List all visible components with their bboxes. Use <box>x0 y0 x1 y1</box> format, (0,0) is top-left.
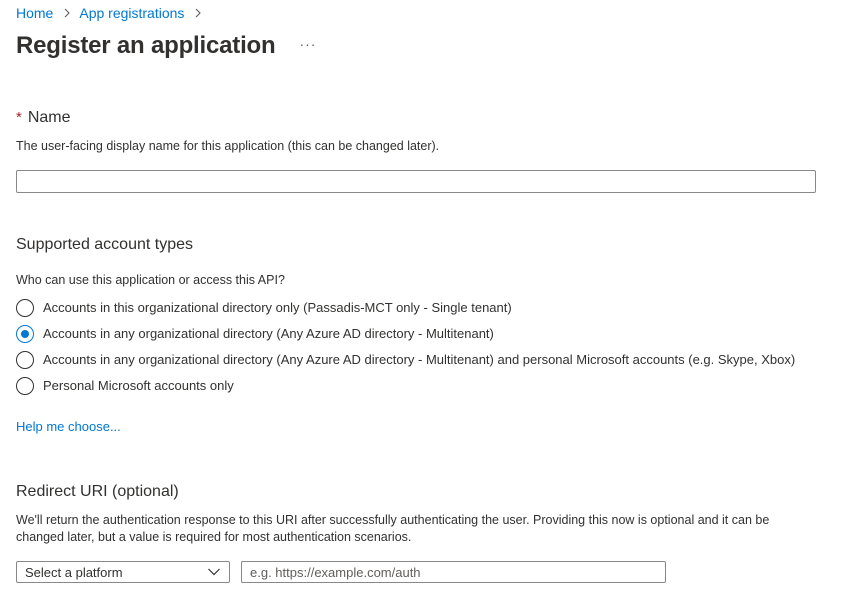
name-input[interactable] <box>16 170 816 193</box>
breadcrumb-home-link[interactable]: Home <box>16 4 53 22</box>
required-marker: * <box>16 109 22 126</box>
account-types-question: Who can use this application or access t… <box>16 273 285 287</box>
radio-button[interactable] <box>16 377 34 395</box>
breadcrumb-app-registrations-link[interactable]: App registrations <box>79 4 184 22</box>
radio-label: Accounts in any organizational directory… <box>43 352 796 367</box>
redirect-uri-input[interactable] <box>241 561 666 583</box>
redirect-description-line2: changed later, but a value is required f… <box>16 530 412 544</box>
account-type-option-single-tenant[interactable]: Accounts in this organizational director… <box>16 299 512 317</box>
account-types-heading: Supported account types <box>16 236 194 253</box>
account-type-option-multitenant[interactable]: Accounts in any organizational directory… <box>16 325 494 343</box>
radio-label: Personal Microsoft accounts only <box>43 378 234 393</box>
platform-select[interactable]: Select a platform <box>16 561 230 583</box>
radio-button[interactable] <box>16 299 34 317</box>
ellipsis-icon[interactable]: ··· <box>299 36 316 52</box>
chevron-down-icon <box>207 567 221 577</box>
radio-label: Accounts in any organizational directory… <box>43 326 494 341</box>
redirect-uri-heading: Redirect URI (optional) <box>16 483 179 500</box>
chevron-right-icon <box>61 7 73 19</box>
name-label-text: Name <box>27 109 71 126</box>
radio-label: Accounts in this organizational director… <box>43 300 512 315</box>
name-label: * Name <box>16 108 71 128</box>
page-title: Register an application <box>16 32 276 59</box>
name-help-text: The user-facing display name for this ap… <box>16 139 440 153</box>
radio-button-checked[interactable] <box>16 325 34 343</box>
account-type-option-multitenant-personal[interactable]: Accounts in any organizational directory… <box>16 351 795 369</box>
title-row: Register an application ··· <box>16 30 316 62</box>
platform-select-value: Select a platform <box>25 564 123 580</box>
breadcrumb: Home App registrations <box>16 4 210 22</box>
help-me-choose-link[interactable]: Help me choose... <box>16 419 121 434</box>
radio-button[interactable] <box>16 351 34 369</box>
chevron-right-icon <box>192 7 204 19</box>
account-type-option-personal-only[interactable]: Personal Microsoft accounts only <box>16 377 234 395</box>
register-app-page: Home App registrations Register an appli… <box>0 0 868 610</box>
redirect-description-line1: We'll return the authentication response… <box>16 513 770 527</box>
